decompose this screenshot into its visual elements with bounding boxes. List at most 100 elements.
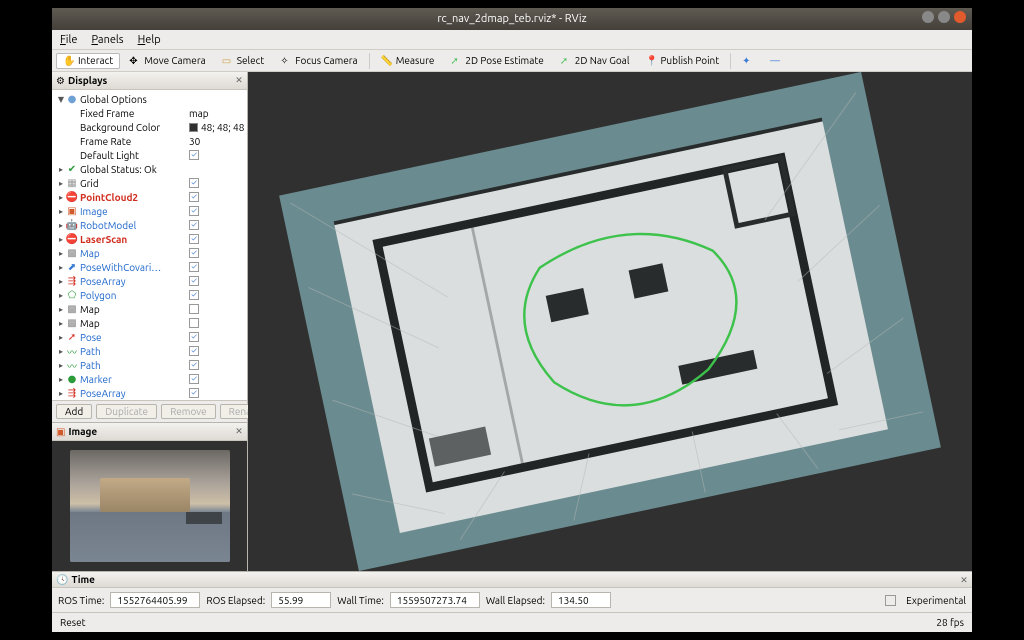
tree-item-pointcloud2[interactable]: ▸⛔PointCloud2✓	[52, 190, 247, 204]
pose-estimate-button[interactable]: ➚2D Pose Estimate	[443, 53, 550, 69]
checkbox[interactable]: ✓	[189, 206, 199, 216]
image-viewport	[52, 441, 247, 571]
nav-goal-button[interactable]: ➚2D Nav Goal	[553, 53, 637, 69]
checkbox[interactable]: ✓	[189, 262, 199, 272]
move-camera-button[interactable]: ✥Move Camera	[122, 53, 213, 69]
posearray-icon: ⇶	[66, 276, 78, 286]
ruler-icon: 📏	[381, 55, 393, 67]
map-icon: ▩	[66, 304, 78, 314]
wall-elapsed-field[interactable]: 134.50	[551, 592, 611, 608]
dot-icon: ●	[66, 94, 78, 104]
tree-item-robotmodel[interactable]: ▸🤖RobotModel✓	[52, 218, 247, 232]
checkbox[interactable]: ✓	[189, 276, 199, 286]
menu-panels[interactable]: Panels	[91, 34, 123, 46]
tree-item-posearray2[interactable]: ▸⇶PoseArray✓	[52, 386, 247, 400]
minimize-button[interactable]	[922, 11, 934, 23]
focus-camera-button[interactable]: ✧Focus Camera	[273, 53, 364, 69]
checkbox[interactable]: ✓	[189, 332, 199, 342]
interact-button[interactable]: ✋Interact	[56, 53, 120, 69]
checkbox[interactable]: ✓	[189, 234, 199, 244]
remove-button[interactable]: Remove	[161, 404, 216, 419]
ros-elapsed-field[interactable]: 55.99	[271, 592, 331, 608]
reset-button[interactable]: Reset	[60, 617, 86, 628]
experimental-label: Experimental	[906, 595, 966, 606]
displays-tree[interactable]: ▼●Global Options Fixed Framemap Backgrou…	[52, 90, 247, 400]
tree-item-default-light[interactable]: Default Light✓	[52, 148, 247, 162]
checkbox[interactable]: ✓	[189, 192, 199, 202]
move-icon: ✥	[129, 55, 141, 67]
path-icon: 〰	[66, 346, 78, 356]
close-button[interactable]	[954, 11, 966, 23]
time-row: ROS Time: 1552764405.99 ROS Elapsed: 55.…	[52, 588, 972, 612]
gear-icon: ⚙	[56, 75, 65, 87]
checkbox[interactable]: ✓	[189, 360, 199, 370]
statusbar: Reset 28 fps	[52, 612, 972, 632]
image-panel-header[interactable]: ▣ Image ✕	[52, 423, 247, 441]
checkbox[interactable]: ✓	[189, 150, 199, 160]
maximize-button[interactable]	[938, 11, 950, 23]
grid-icon: ▦	[66, 178, 78, 188]
arrow-icon: ➚	[66, 332, 78, 342]
tree-item-global-status[interactable]: ▸✔Global Status: Ok	[52, 162, 247, 176]
wall-time-label: Wall Time:	[337, 595, 384, 606]
checkbox[interactable]: ✓	[189, 290, 199, 300]
tree-item-marker[interactable]: ▸●Marker✓	[52, 372, 247, 386]
close-panel-icon[interactable]: ✕	[233, 74, 245, 86]
posearray-icon: ⇶	[66, 388, 78, 398]
measure-button[interactable]: 📏Measure	[374, 53, 442, 69]
menu-file[interactable]: File	[60, 34, 77, 46]
close-panel-icon[interactable]: ✕	[233, 425, 245, 437]
tree-item-grid[interactable]: ▸▦Grid✓	[52, 176, 247, 190]
displays-buttons: Add Duplicate Remove Rename	[52, 400, 247, 422]
path-icon: 〰	[66, 360, 78, 370]
3d-viewport[interactable]	[248, 72, 972, 571]
remove-tool-button[interactable]: —	[763, 53, 789, 69]
checkbox[interactable]: ✓	[189, 220, 199, 230]
tree-item-path1[interactable]: ▸〰Path✓	[52, 344, 247, 358]
checkbox[interactable]: ✓	[189, 346, 199, 356]
checkbox[interactable]: ✓	[189, 388, 199, 398]
ros-time-field[interactable]: 1552764405.99	[110, 592, 200, 608]
image-icon: ▣	[56, 426, 65, 438]
displays-panel-header[interactable]: ⚙ Displays ✕	[52, 72, 247, 90]
ros-elapsed-label: ROS Elapsed:	[206, 595, 265, 606]
tree-item-global-options[interactable]: ▼●Global Options	[52, 92, 247, 106]
polygon-icon: ⬠	[66, 290, 78, 300]
close-panel-icon[interactable]: ✕	[958, 574, 970, 586]
add-tool-button[interactable]: ✦	[735, 53, 761, 69]
error-icon: ⛔	[66, 192, 78, 202]
tree-item-pose[interactable]: ▸➚Pose✓	[52, 330, 247, 344]
publish-point-button[interactable]: 📍Publish Point	[638, 53, 726, 69]
tree-item-bg-color[interactable]: Background Color48; 48; 48	[52, 120, 247, 134]
add-button[interactable]: Add	[56, 404, 92, 419]
checkbox[interactable]: ✓	[189, 178, 199, 188]
checkbox[interactable]	[189, 304, 199, 314]
tree-item-laserscan[interactable]: ▸⛔LaserScan✓	[52, 232, 247, 246]
tree-item-map3[interactable]: ▸▩Map	[52, 316, 247, 330]
time-panel-header[interactable]: 🕓 Time ✕	[52, 572, 972, 588]
tree-item-map2[interactable]: ▸▩Map	[52, 302, 247, 316]
tree-item-image[interactable]: ▸▣Image✓	[52, 204, 247, 218]
tree-item-posearray1[interactable]: ▸⇶PoseArray✓	[52, 274, 247, 288]
cursor-icon: ✋	[63, 55, 75, 67]
duplicate-button[interactable]: Duplicate	[96, 404, 157, 419]
checkbox[interactable]: ✓	[189, 248, 199, 258]
wall-time-field[interactable]: 1559507273.74	[390, 592, 480, 608]
tree-item-posecov[interactable]: ▸⬈PoseWithCovari…✓	[52, 260, 247, 274]
experimental-checkbox[interactable]	[885, 595, 896, 606]
tree-item-path2[interactable]: ▸〰Path✓	[52, 358, 247, 372]
select-button[interactable]: ▭Select	[215, 53, 271, 69]
window-title: rc_nav_2dmap_teb.rviz* - RViz	[437, 13, 586, 25]
tree-item-polygon[interactable]: ▸⬠Polygon✓	[52, 288, 247, 302]
toolbar-separator	[730, 53, 731, 69]
menu-help[interactable]: Help	[138, 34, 161, 46]
arrow-icon: ➚	[450, 55, 462, 67]
tree-item-fixed-frame[interactable]: Fixed Framemap	[52, 106, 247, 120]
camera-image	[70, 450, 230, 562]
checkbox[interactable]: ✓	[189, 374, 199, 384]
checkbox[interactable]	[189, 318, 199, 328]
check-icon: ✔	[66, 164, 78, 174]
tree-item-map1[interactable]: ▸▩Map✓	[52, 246, 247, 260]
tree-item-frame-rate[interactable]: Frame Rate30	[52, 134, 247, 148]
minus-icon: —	[770, 55, 782, 67]
